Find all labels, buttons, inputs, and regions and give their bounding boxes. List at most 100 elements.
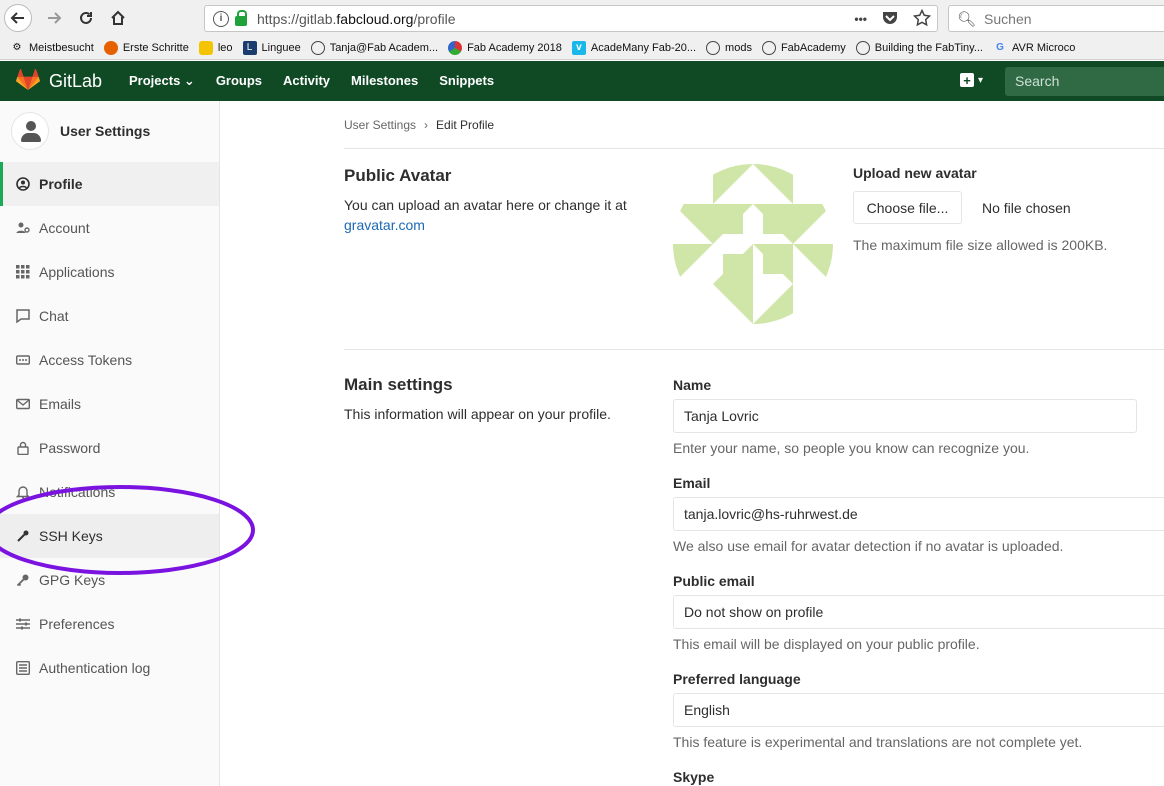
top-nav: Projects ⌄ Groups Activity Milestones Sn… xyxy=(129,73,515,89)
star-icon[interactable] xyxy=(913,9,931,27)
public-avatar-title: Public Avatar xyxy=(344,166,452,185)
linguee-icon: L xyxy=(242,40,257,55)
info-icon[interactable]: i xyxy=(213,10,229,27)
reload-icon xyxy=(80,11,92,24)
preferred-language-select[interactable]: English xyxy=(673,693,1164,727)
sidebar-item-label: SSH Keys xyxy=(39,528,103,544)
nav-snippets[interactable]: Snippets xyxy=(439,73,494,89)
public-email-select[interactable]: Do not show on profile xyxy=(673,595,1164,629)
url-text[interactable]: https://gitlab.fabcloud.org/profile xyxy=(257,11,455,27)
page-actions-icon[interactable]: ••• xyxy=(854,12,867,27)
bookmark-item[interactable]: Fab Academy 2018 xyxy=(448,40,562,55)
skype-label: Skype xyxy=(673,769,715,785)
email-label: Email xyxy=(673,475,711,491)
bookmark-item[interactable]: G AVR Microco xyxy=(993,41,1075,55)
gitlab-brand[interactable]: GitLab xyxy=(49,71,102,92)
choose-file-button[interactable]: Choose file... xyxy=(853,191,962,224)
name-input[interactable]: Tanja Lovric xyxy=(673,399,1137,433)
bookmark-item[interactable]: Tanja@Fab Academ... xyxy=(310,40,438,55)
divider xyxy=(344,349,1164,350)
bookmark-item[interactable]: leo xyxy=(198,40,233,55)
nav-groups[interactable]: Groups xyxy=(216,73,262,89)
preferred-language-label: Preferred language xyxy=(673,671,801,687)
sidebar-item-label: Account xyxy=(39,220,90,236)
bookmark-item[interactable]: ⚙ Meistbesucht xyxy=(10,41,94,55)
chevron-down-icon: ▾ xyxy=(978,74,984,86)
preferences-icon xyxy=(16,617,30,631)
nav-activity[interactable]: Activity xyxy=(283,73,330,89)
sidebar-item-label: Emails xyxy=(39,396,82,412)
arrow-right-icon xyxy=(48,12,62,24)
gitlab-search-input[interactable]: Search xyxy=(1005,67,1164,96)
breadcrumb-current[interactable]: Edit Profile xyxy=(436,118,494,132)
sidebar-item-applications[interactable]: Applications xyxy=(0,250,219,294)
email-icon xyxy=(16,397,30,411)
sidebar-header[interactable]: User Settings xyxy=(0,101,219,161)
sidebar-item-label: Profile xyxy=(39,176,83,192)
browser-toolbar: i https://gitlab.fabcloud.org/profile ••… xyxy=(0,0,1164,36)
bookmark-item[interactable]: Erste Schritte xyxy=(103,40,189,55)
sidebar-item-profile[interactable]: Profile xyxy=(0,162,219,206)
bookmark-item[interactable]: Building the FabTiny... xyxy=(855,40,983,55)
sidebar-item-label: Access Tokens xyxy=(39,352,133,368)
sidebar-item-label: Applications xyxy=(39,264,115,280)
firefox-icon xyxy=(103,40,118,55)
lock-icon xyxy=(235,9,247,26)
account-icon xyxy=(16,221,30,235)
sidebar-item-label: Authentication log xyxy=(39,660,151,676)
globe-icon xyxy=(761,40,776,55)
nav-milestones[interactable]: Milestones xyxy=(351,73,418,89)
browser-search-input[interactable]: 🔍︎ Suchen xyxy=(948,5,1164,32)
public-avatar-desc: You can upload an avatar here or change … xyxy=(344,197,627,233)
bookmarks-bar: ⚙ Meistbesucht Erste Schritte leo L Lingue… xyxy=(0,36,1164,60)
leo-icon xyxy=(198,40,213,55)
sidebar-item-password[interactable]: Password xyxy=(0,426,219,470)
breadcrumb-user-settings[interactable]: User Settings xyxy=(344,118,416,132)
name-help: Enter your name, so people you know can … xyxy=(673,440,1030,456)
sidebar-item-notifications[interactable]: Notifications xyxy=(0,470,219,514)
sidebar-title: User Settings xyxy=(60,123,151,139)
reload-button[interactable] xyxy=(72,4,100,32)
back-button[interactable] xyxy=(4,4,32,32)
sidebar-item-label: GPG Keys xyxy=(39,572,106,588)
arrow-left-icon xyxy=(10,12,24,24)
lock-icon xyxy=(16,441,30,455)
sidebar-item-ssh-keys[interactable]: SSH Keys xyxy=(0,514,219,558)
sidebar-item-gpg-keys[interactable]: GPG Keys xyxy=(0,558,219,602)
fab-icon xyxy=(448,40,463,55)
sidebar-item-chat[interactable]: Chat xyxy=(0,294,219,338)
google-icon: G xyxy=(996,42,1004,53)
bookmark-item[interactable]: v AcadeMany Fab-20... xyxy=(571,40,696,55)
gear-icon: ⚙ xyxy=(12,42,22,53)
divider xyxy=(344,148,1164,149)
upload-avatar-title: Upload new avatar xyxy=(853,165,977,181)
email-input[interactable]: tanja.lovric@hs-ruhrwest.de xyxy=(673,497,1164,531)
breadcrumb-separator: › xyxy=(424,118,429,132)
sidebar-item-emails[interactable]: Emails xyxy=(0,382,219,426)
sidebar-item-account[interactable]: Account xyxy=(0,206,219,250)
token-icon xyxy=(16,353,30,367)
bookmark-item[interactable]: mods xyxy=(706,40,752,55)
globe-icon xyxy=(855,40,870,55)
sidebar-item-label: Preferences xyxy=(39,616,115,632)
gitlab-logo-icon[interactable] xyxy=(16,69,40,91)
main-settings-title: Main settings xyxy=(344,375,453,394)
bookmark-item[interactable]: L Linguee xyxy=(242,40,301,55)
home-icon xyxy=(111,10,125,25)
no-file-chosen-label: No file chosen xyxy=(982,200,1071,216)
home-button[interactable] xyxy=(104,4,132,32)
forward-button[interactable] xyxy=(40,4,68,32)
new-dropdown-button[interactable]: + ▾ xyxy=(960,73,983,87)
url-bar[interactable]: i https://gitlab.fabcloud.org/profile ••… xyxy=(204,5,938,32)
sidebar-item-authentication-log[interactable]: Authentication log xyxy=(0,646,219,690)
sidebar-item-access-tokens[interactable]: Access Tokens xyxy=(0,338,219,382)
name-label: Name xyxy=(673,377,712,393)
public-email-label: Public email xyxy=(673,573,755,589)
bookmark-item[interactable]: FabAcademy xyxy=(761,40,846,55)
profile-icon xyxy=(16,177,30,191)
sidebar-item-preferences[interactable]: Preferences xyxy=(0,602,219,646)
gravatar-link[interactable]: gravatar.com xyxy=(344,217,425,233)
pocket-icon[interactable] xyxy=(881,9,899,27)
nav-projects[interactable]: Projects ⌄ xyxy=(129,73,195,89)
sidebar-item-label: Notifications xyxy=(39,484,116,500)
